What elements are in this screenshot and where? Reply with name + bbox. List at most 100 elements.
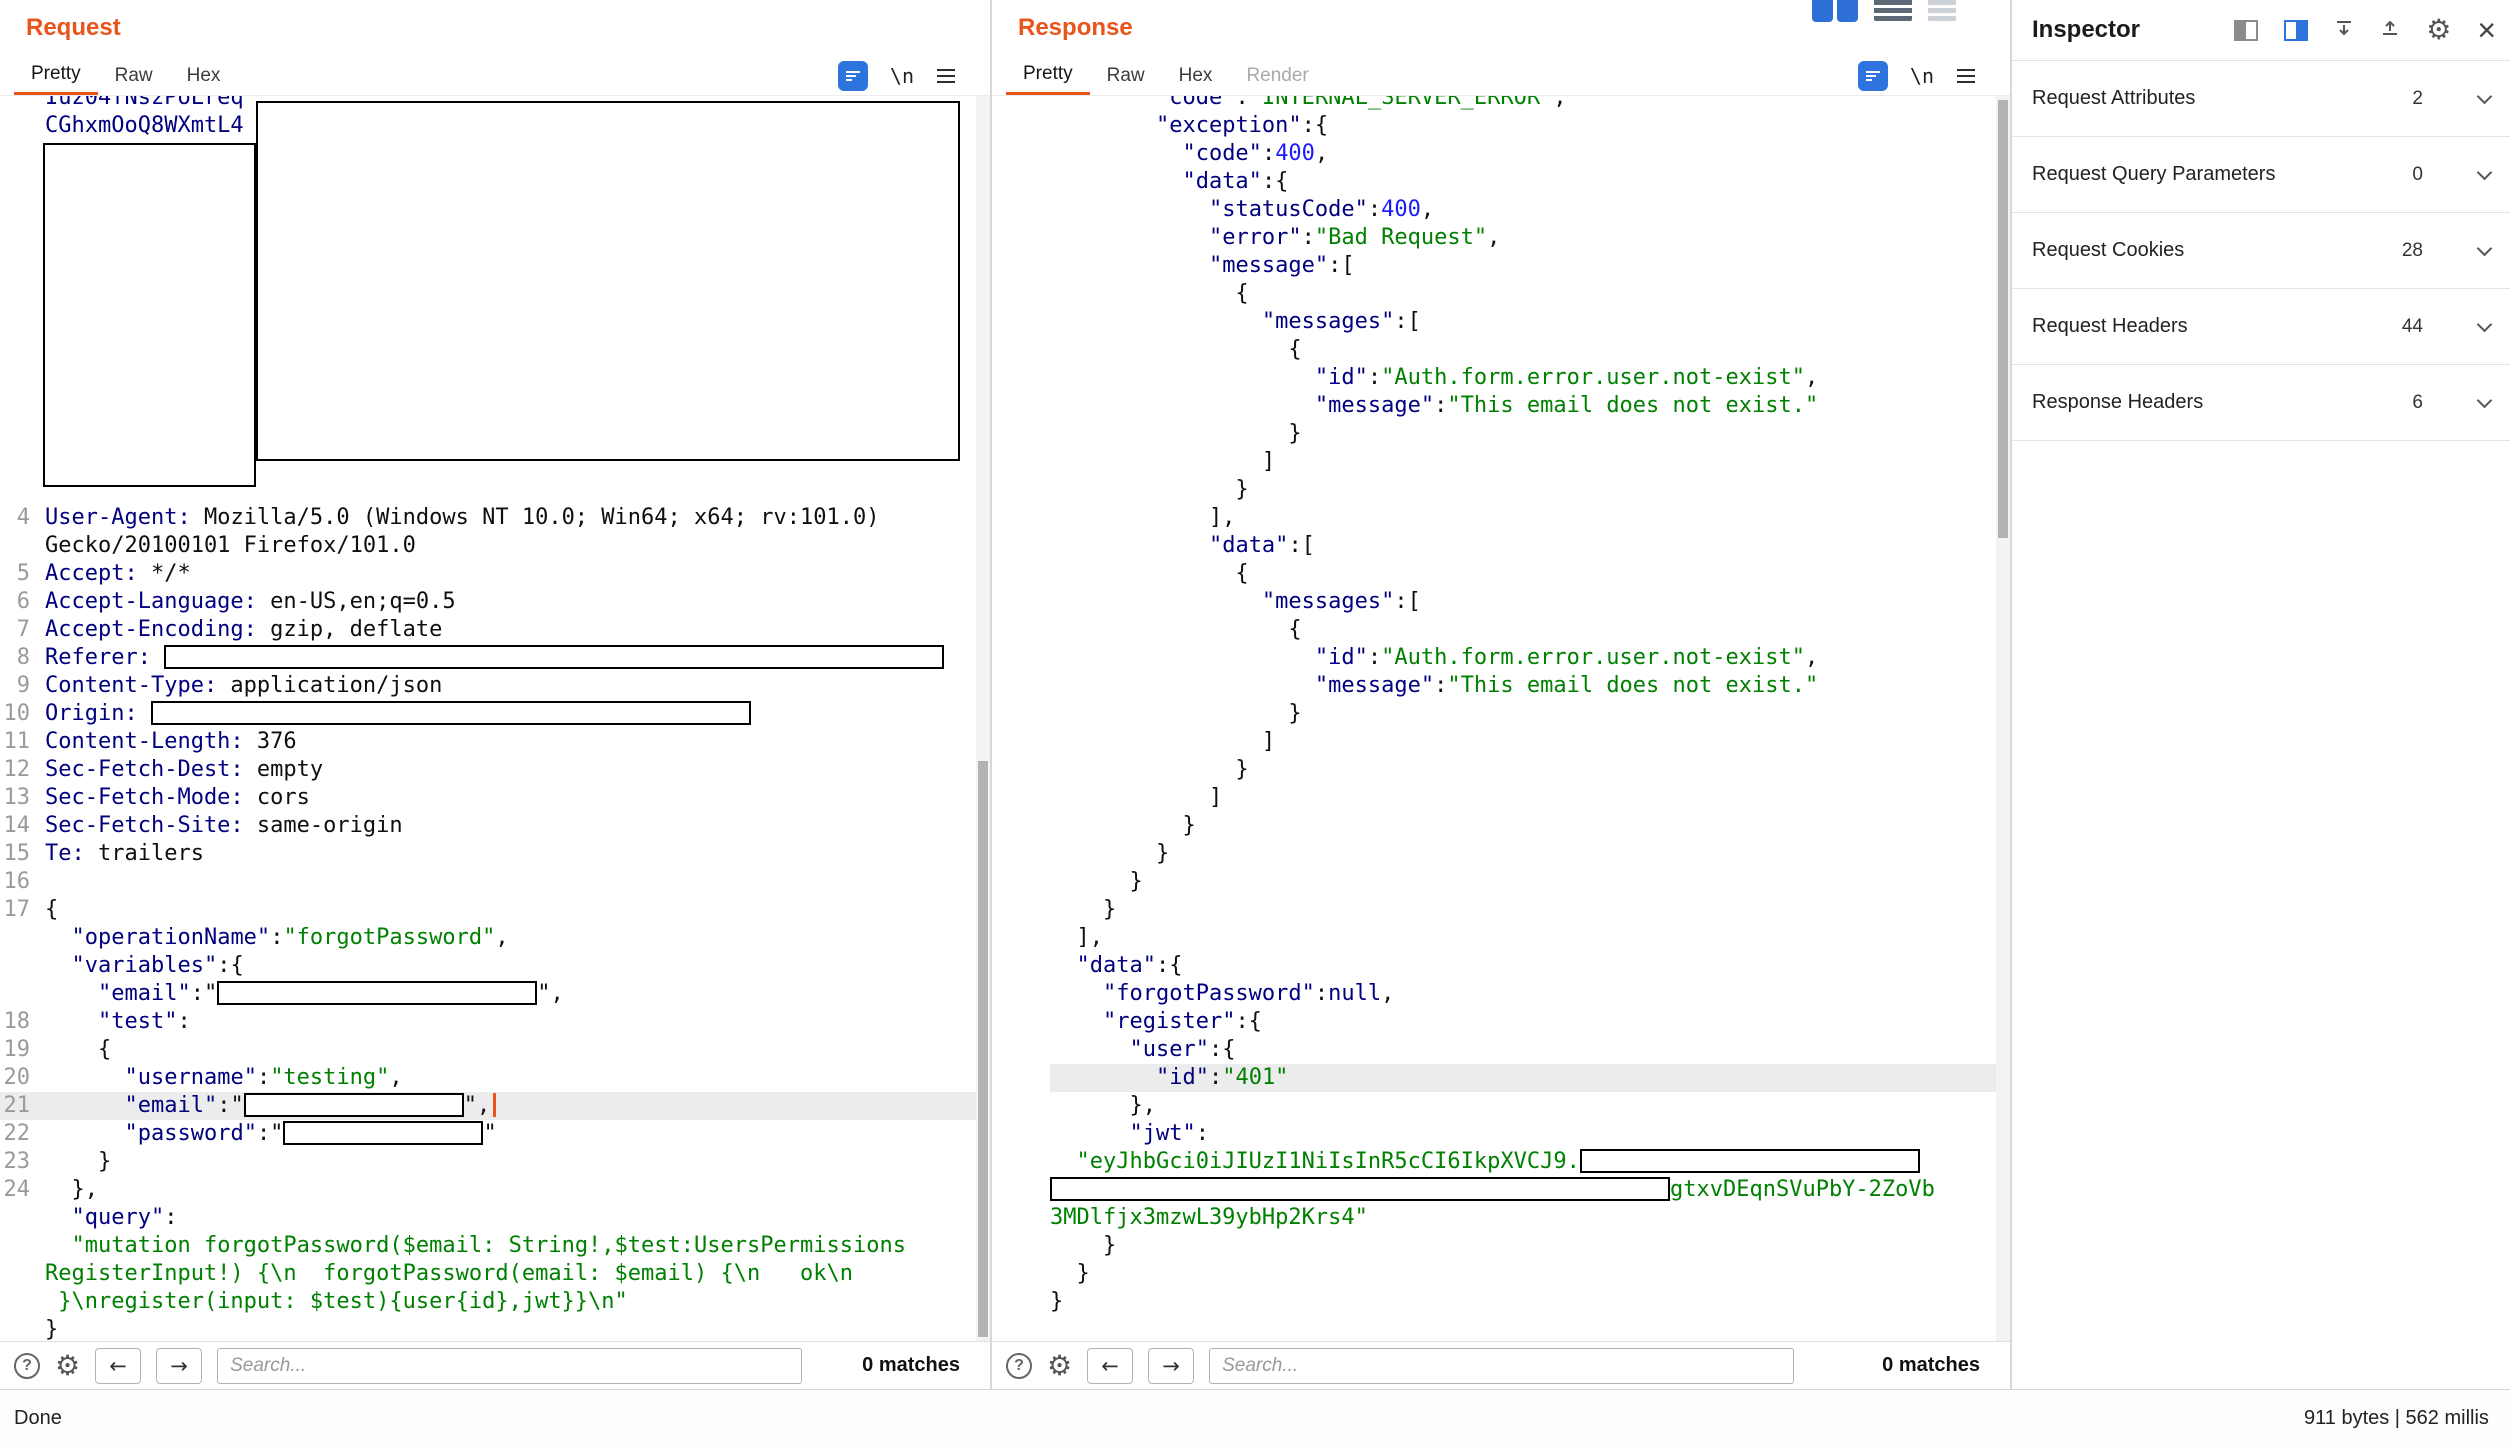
- help-icon[interactable]: ?: [1006, 1353, 1032, 1379]
- code-line: ],: [1050, 924, 2010, 952]
- code-token: {: [1050, 337, 1302, 362]
- layout-stacked-icon[interactable]: [1874, 0, 1912, 22]
- next-match-button[interactable]: →: [156, 1348, 202, 1384]
- code-token: "message": [1315, 393, 1434, 418]
- code-line: "variables":{: [0, 952, 990, 980]
- line-number: 11: [0, 728, 45, 756]
- code-token: }: [1050, 869, 1143, 894]
- request-panel-title: Request: [26, 14, 121, 42]
- layout-side-by-side-icon[interactable]: [1812, 0, 1858, 22]
- code-token: },: [1050, 1093, 1156, 1118]
- code-line: "data":{: [1050, 952, 2010, 980]
- tab-pretty[interactable]: Pretty: [1006, 56, 1090, 95]
- line-number: 16: [0, 868, 45, 896]
- inspector-layout-right-icon[interactable]: [2284, 20, 2308, 41]
- response-editor[interactable]: "code":"INTERNAL_SERVER_ERROR", "excepti…: [992, 96, 2010, 1341]
- section-count: 6: [2412, 392, 2423, 414]
- line-number: [0, 980, 45, 1008]
- gear-icon[interactable]: ⚙: [1047, 1352, 1072, 1380]
- code-token: "messages": [1262, 589, 1394, 614]
- inspector-close-icon[interactable]: ×: [2477, 14, 2496, 46]
- panel-menu-icon[interactable]: [936, 68, 956, 84]
- code-line: 8Referer:: [0, 644, 990, 672]
- code-token: :": [217, 1093, 244, 1118]
- code-token: Content-Length:: [45, 729, 244, 754]
- tab-hex[interactable]: Hex: [170, 56, 238, 95]
- code-token: Sec-Fetch-Mode:: [45, 785, 244, 810]
- code-line: "operationName":"forgotPassword",: [0, 924, 990, 952]
- code-token: "operationName": [72, 925, 271, 950]
- panel-menu-icon[interactable]: [1956, 68, 1976, 84]
- newline-toggle[interactable]: \n: [1910, 64, 1934, 88]
- code-line: 3MDlfjx3mzwL39ybHp2Krs4": [1050, 1204, 2010, 1232]
- code-token: :[: [1394, 309, 1421, 334]
- code-token: }: [1050, 701, 1302, 726]
- inspector-section-request-cookies[interactable]: Request Cookies28: [2012, 213, 2510, 289]
- code-token: :: [257, 1065, 270, 1090]
- line-number: 22: [0, 1120, 45, 1148]
- code-token: "data": [1209, 533, 1288, 558]
- code-token: [1050, 365, 1315, 390]
- newline-toggle[interactable]: \n: [890, 64, 914, 88]
- expand-all-icon[interactable]: [2334, 19, 2354, 42]
- inspector-title: Inspector: [2032, 16, 2140, 44]
- code-token: "code": [1182, 141, 1261, 166]
- code-token: Mozilla/5.0 (Windows NT 10.0; Win64; x64…: [191, 505, 880, 530]
- inspector-section-request-attributes[interactable]: Request Attributes2: [2012, 61, 2510, 137]
- next-match-button[interactable]: →: [1148, 1348, 1194, 1384]
- tab-raw[interactable]: Raw: [98, 56, 170, 95]
- line-number: 6: [0, 588, 45, 616]
- wrap-lines-icon[interactable]: [1858, 61, 1888, 91]
- code-token: :{: [1262, 169, 1289, 194]
- code-line: 5Accept: */*: [0, 560, 990, 588]
- inspector-layout-left-icon[interactable]: [2234, 20, 2258, 41]
- request-scrollbar[interactable]: [976, 96, 990, 1341]
- inspector-settings-icon[interactable]: ⚙: [2426, 16, 2451, 44]
- prev-match-button[interactable]: ←: [95, 1348, 141, 1384]
- search-input[interactable]: [1209, 1348, 1794, 1384]
- code-line: 18 "test":: [0, 1008, 990, 1036]
- code-line: }: [1050, 476, 2010, 504]
- line-number: 4: [0, 504, 45, 532]
- code-token: {: [45, 897, 58, 922]
- code-token: 400: [1275, 141, 1315, 166]
- request-panel: Request PrettyRawHex \n Iuz04fNszPoLreqC…: [0, 0, 990, 1389]
- code-token: "Bad Request": [1315, 225, 1487, 250]
- code-line: "id":"Auth.form.error.user.not-exist",: [1050, 644, 2010, 672]
- search-input[interactable]: [217, 1348, 802, 1384]
- tab-render[interactable]: Render: [1229, 56, 1325, 95]
- scrollbar-thumb[interactable]: [1998, 100, 2008, 538]
- response-scrollbar[interactable]: [1996, 96, 2010, 1341]
- wrap-lines-icon[interactable]: [838, 61, 868, 91]
- code-token: [45, 1093, 124, 1118]
- chevron-down-icon: [2477, 316, 2493, 332]
- scrollbar-thumb[interactable]: [978, 761, 988, 1337]
- code-line: }\nregister(input: $test){user{id},jwt}}…: [0, 1288, 990, 1316]
- code-token: "id": [1315, 645, 1368, 670]
- layout-single-icon[interactable]: [1928, 0, 1956, 22]
- tab-pretty[interactable]: Pretty: [14, 56, 98, 95]
- inspector-section-response-headers[interactable]: Response Headers6: [2012, 365, 2510, 441]
- tab-hex[interactable]: Hex: [1162, 56, 1230, 95]
- code-token: [1050, 113, 1156, 138]
- code-token: "id": [1315, 365, 1368, 390]
- inspector-section-request-headers[interactable]: Request Headers44: [2012, 289, 2510, 365]
- request-editor[interactable]: Iuz04fNszPoLreqCGhxmOoQ8WXmtL44User-Agen…: [0, 96, 990, 1341]
- tab-raw[interactable]: Raw: [1090, 56, 1162, 95]
- help-icon[interactable]: ?: [14, 1353, 40, 1379]
- code-token: same-origin: [244, 813, 403, 838]
- collapse-all-icon[interactable]: [2380, 19, 2400, 42]
- prev-match-button[interactable]: ←: [1087, 1348, 1133, 1384]
- code-token: "testing": [270, 1065, 389, 1090]
- gear-icon[interactable]: ⚙: [55, 1352, 80, 1380]
- code-token: :{: [1302, 113, 1329, 138]
- code-token: [45, 925, 72, 950]
- response-stats: 911 bytes | 562 millis: [2304, 1407, 2489, 1430]
- inspector-section-request-query-parameters[interactable]: Request Query Parameters0: [2012, 137, 2510, 213]
- response-panel-title: Response: [1018, 14, 1133, 42]
- code-token: "forgotPassword": [1103, 981, 1315, 1006]
- code-token: :: [1196, 1121, 1209, 1146]
- line-number: 18: [0, 1008, 45, 1036]
- code-token: [1050, 141, 1182, 166]
- code-line: {: [1050, 336, 2010, 364]
